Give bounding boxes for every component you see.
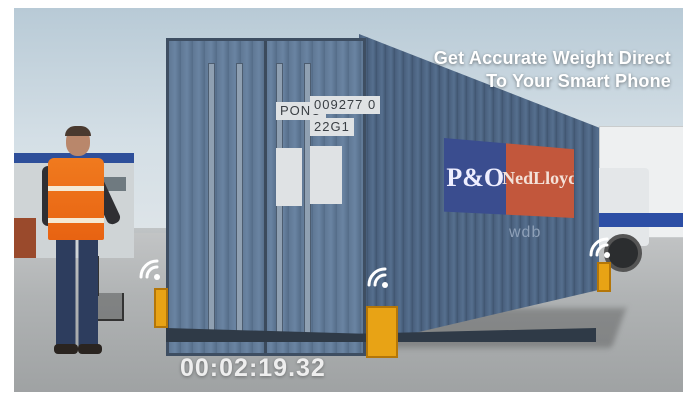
weighing-scale — [366, 306, 398, 358]
elapsed-timer: 00:02:19.32 — [180, 354, 326, 382]
container-type: 22G1 — [310, 118, 354, 136]
container-logo: P&O NedLloyd — [444, 138, 574, 218]
weighing-scale — [597, 262, 611, 292]
logo-right: NedLloyd — [502, 138, 574, 218]
video-frame: P&O NedLloyd wdb PONU 009277 0 22G1 Get — [14, 8, 683, 392]
headline-line-1: Get Accurate Weight Direct — [433, 48, 671, 68]
wifi-signal-icon — [366, 266, 392, 288]
wifi-signal-icon — [588, 236, 614, 258]
locking-bar — [208, 63, 215, 335]
door-split — [264, 41, 267, 353]
red-crate — [14, 218, 36, 258]
logo-subtext: wdb — [509, 224, 542, 241]
container-label — [310, 146, 342, 204]
headline-line-2: To Your Smart Phone — [486, 71, 671, 91]
weighing-scale — [154, 288, 168, 328]
container-number: 009277 0 — [310, 96, 381, 114]
locking-bar — [236, 63, 243, 335]
logo-left: P&O — [444, 138, 507, 218]
truck-stripe — [589, 213, 683, 227]
container-label — [276, 148, 302, 206]
wifi-signal-icon — [138, 258, 164, 280]
headline: Get Accurate Weight Direct To Your Smart… — [434, 47, 671, 93]
worker-figure — [34, 126, 123, 366]
